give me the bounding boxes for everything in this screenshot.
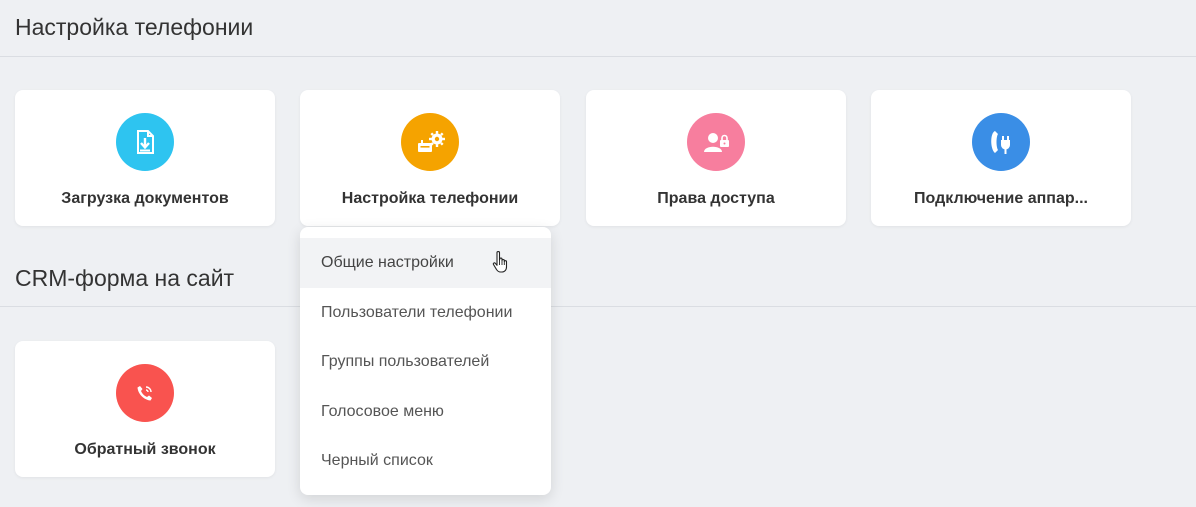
menu-item-blacklist[interactable]: Черный список — [300, 436, 551, 486]
menu-item-voice-menu[interactable]: Голосовое меню — [300, 387, 551, 437]
tile-access-rights[interactable]: Права доступа — [586, 90, 846, 226]
tile-label: Права доступа — [657, 190, 775, 207]
telephony-settings-dropdown: Общие настройки Пользователи телефонии Г… — [300, 227, 551, 495]
section-divider — [0, 306, 1196, 307]
menu-item-label: Группы пользователей — [321, 353, 490, 370]
tile-label: Настройка телефонии — [341, 190, 519, 207]
section-divider — [0, 56, 1196, 57]
document-download-icon — [116, 113, 174, 171]
tile-telephony-settings[interactable]: Настройка телефонии — [300, 90, 560, 226]
tile-callback[interactable]: Обратный звонок — [15, 341, 275, 477]
tile-label: Загрузка документов — [61, 190, 229, 207]
menu-item-label: Черный список — [321, 452, 433, 469]
menu-item-user-groups[interactable]: Группы пользователей — [300, 337, 551, 387]
tile-label: Обратный звонок — [74, 441, 216, 458]
telephony-settings-page: Настройка телефонии Загрузка документов — [0, 0, 1196, 507]
phone-settings-icon — [401, 113, 459, 171]
tile-document-upload[interactable]: Загрузка документов — [15, 90, 275, 226]
section-title-crm-form: CRM-форма на сайт — [15, 265, 235, 291]
section-title-telephony: Настройка телефонии — [15, 14, 254, 40]
menu-item-label: Общие настройки — [321, 254, 454, 271]
user-lock-icon — [687, 113, 745, 171]
phone-plug-icon — [972, 113, 1030, 171]
menu-item-label: Голосовое меню — [321, 402, 444, 420]
menu-item-general-settings[interactable]: Общие настройки — [300, 238, 551, 288]
menu-item-telephony-users[interactable]: Пользователи телефонии — [300, 288, 551, 338]
menu-item-label: Пользователи телефонии — [321, 303, 513, 321]
tile-label: Подключение аппар... — [914, 190, 1088, 207]
hand-pointer-icon — [492, 250, 508, 273]
callback-phone-icon — [116, 364, 174, 422]
tile-device-connection[interactable]: Подключение аппар... — [871, 90, 1131, 226]
